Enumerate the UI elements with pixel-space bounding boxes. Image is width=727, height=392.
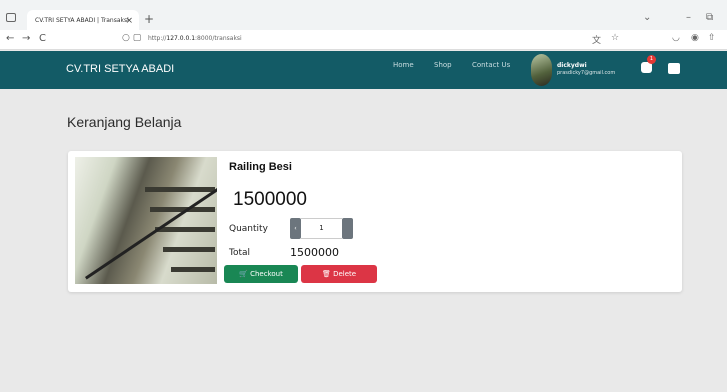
decrease-quantity-button[interactable]: ‹ — [290, 218, 301, 239]
quantity-label: Quantity — [229, 224, 268, 234]
tab-title: CV.TRI SETYA ABADI | Transaksi — [35, 17, 129, 24]
back-button[interactable]: ← — [6, 33, 14, 44]
share-icon[interactable]: ⇧ — [708, 33, 716, 43]
account-icon[interactable]: ◉ — [691, 33, 699, 43]
total-label: Total — [229, 248, 251, 258]
shield-icon[interactable]: ○ ▢ — [122, 33, 141, 43]
nav-link-home[interactable]: Home — [393, 61, 414, 69]
product-image — [75, 157, 217, 284]
tab-close-icon[interactable]: × — [125, 10, 133, 32]
bookmark-star-icon[interactable]: ☆ — [611, 33, 619, 43]
cart-item-card: Railing Besi 1500000 Quantity ‹ 1 Total … — [68, 151, 682, 292]
reload-button[interactable]: C — [39, 33, 46, 44]
address-bar: ← → C ○ ▢ http://127.0.0.1:8000/transaks… — [0, 30, 727, 50]
pocket-icon[interactable]: ◡ — [672, 33, 680, 43]
browser-tab[interactable]: CV.TRI SETYA ABADI | Transaksi × — [27, 10, 139, 32]
cart-count-badge: 1 — [647, 55, 656, 64]
increase-quantity-button[interactable] — [342, 218, 353, 239]
browser-tabbar: CV.TRI SETYA ABADI | Transaksi × + ⌄ – ⧉ — [0, 0, 727, 32]
site-navbar: CV.TRI SETYA ABADI Home Shop Contact Us … — [0, 51, 727, 89]
url-field[interactable]: http://127.0.0.1:8000/transaksi — [148, 35, 242, 42]
quantity-stepper: ‹ 1 — [290, 218, 353, 239]
user-name[interactable]: dickydwi — [557, 62, 587, 69]
total-value: 1500000 — [290, 246, 339, 259]
restore-icon[interactable]: ⧉ — [706, 12, 713, 23]
product-price: 1500000 — [233, 189, 307, 210]
product-name: Railing Besi — [229, 161, 292, 173]
quantity-input[interactable]: 1 — [301, 218, 342, 239]
translate-icon[interactable]: 文 — [592, 33, 601, 46]
tab-list-icon[interactable]: ⌄ — [643, 12, 651, 23]
checkout-button[interactable]: 🛒 Checkout — [224, 265, 298, 283]
nav-link-contact[interactable]: Contact Us — [472, 61, 510, 69]
new-tab-button[interactable]: + — [144, 12, 154, 26]
user-avatar[interactable] — [531, 54, 552, 86]
cart-icon: 🛒 — [239, 270, 248, 278]
tab-group-icon[interactable] — [6, 13, 16, 22]
brand-logo[interactable]: CV.TRI SETYA ABADI — [66, 63, 174, 75]
user-email: prasdicky7@gmail.com — [557, 70, 616, 76]
minimize-icon[interactable]: – — [686, 12, 691, 23]
page-title: Keranjang Belanja — [67, 114, 182, 130]
delete-button[interactable]: 🗑 Delete — [301, 265, 377, 283]
printer-icon[interactable] — [668, 63, 680, 74]
trash-icon: 🗑 — [321, 270, 331, 278]
nav-link-shop[interactable]: Shop — [434, 61, 452, 69]
forward-button[interactable]: → — [22, 33, 30, 44]
